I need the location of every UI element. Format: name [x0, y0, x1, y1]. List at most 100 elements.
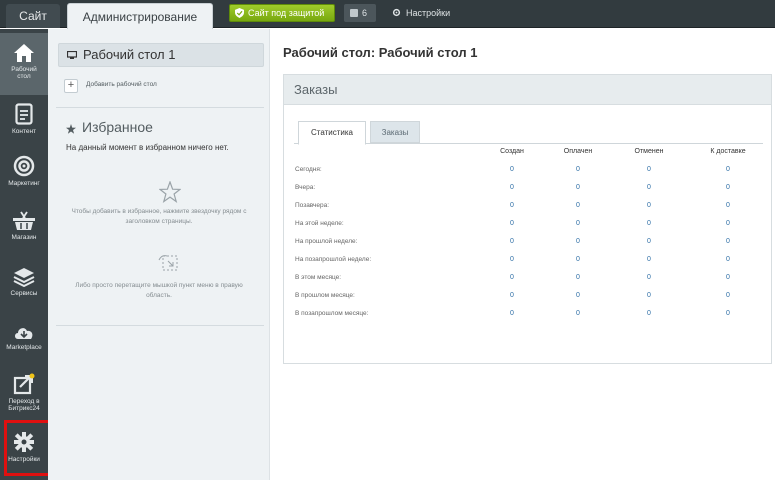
nav-label: Переход в: [8, 398, 40, 405]
star-outline-icon: [159, 181, 181, 203]
nav-item-shop[interactable]: Магазин: [0, 207, 48, 269]
cell-value[interactable]: 0: [477, 202, 547, 209]
cloud-icon: [15, 328, 33, 339]
nav-item-services[interactable]: Сервисы: [0, 263, 48, 325]
cell-value[interactable]: 0: [614, 220, 684, 227]
cell-value[interactable]: 0: [477, 238, 547, 245]
nav-label: Маркетинг: [8, 180, 40, 187]
page-title: Рабочий стол: Рабочий стол 1: [283, 45, 478, 60]
cell-value[interactable]: 0: [543, 202, 613, 209]
cell-value[interactable]: 0: [543, 256, 613, 263]
favorites-empty-text: На данный момент в избранном ничего нет.: [66, 143, 229, 152]
cell-value[interactable]: 0: [477, 274, 547, 281]
target-icon: [13, 155, 35, 177]
site-protected-button[interactable]: Сайт под защитой: [229, 4, 335, 22]
cell-value[interactable]: 0: [693, 184, 763, 191]
cell-value[interactable]: 0: [614, 310, 684, 317]
row-label: Вчера:: [295, 184, 316, 191]
desktop-title-bar[interactable]: Рабочий стол 1: [58, 43, 264, 67]
cell-value[interactable]: 0: [543, 166, 613, 173]
left-nav: Рабочий стол Контент Маркетинг Магазин С…: [0, 29, 48, 480]
notification-icon: [350, 9, 358, 17]
table-row: Вчера: 0 0 0 0: [294, 182, 763, 200]
cell-value[interactable]: 0: [614, 184, 684, 191]
nav-label: Контент: [11, 128, 37, 135]
row-label: В прошлом месяце:: [295, 292, 355, 299]
cell-value[interactable]: 0: [614, 166, 684, 173]
cell-value[interactable]: 0: [477, 256, 547, 263]
widget-title: Заказы: [284, 75, 771, 105]
cell-value[interactable]: 0: [477, 166, 547, 173]
cell-value[interactable]: 0: [477, 184, 547, 191]
gear-icon: [392, 8, 401, 17]
row-label: На этой неделе:: [295, 220, 344, 227]
cell-value[interactable]: 0: [543, 274, 613, 281]
favorites-star-hint: Чтобы добавить в избранное, нажмите звез…: [71, 208, 247, 225]
star-icon: [66, 124, 76, 134]
cell-value[interactable]: 0: [693, 238, 763, 245]
tab-site[interactable]: Сайт: [6, 4, 60, 28]
cell-value[interactable]: 0: [543, 184, 613, 191]
cell-value[interactable]: 0: [477, 292, 547, 299]
settings-label: Настройки: [406, 8, 451, 18]
tab-statistics[interactable]: Статистика: [298, 121, 366, 145]
widget-tabs: Статистика Заказы: [294, 121, 763, 145]
cell-value[interactable]: 0: [614, 292, 684, 299]
top-bar: Сайт Администрирование Сайт под защитой …: [0, 0, 775, 29]
orders-widget: Заказы Статистика Заказы Создан Оплачен …: [283, 74, 772, 364]
cell-value[interactable]: 0: [477, 220, 547, 227]
nav-item-marketing[interactable]: Маркетинг: [0, 149, 48, 211]
cell-value[interactable]: 0: [693, 202, 763, 209]
basket-icon: [13, 211, 35, 230]
column-header: Создан: [500, 148, 524, 155]
cell-value[interactable]: 0: [543, 292, 613, 299]
column-header: К доставке: [710, 148, 746, 155]
cell-value[interactable]: 0: [614, 202, 684, 209]
favorites-title: Избранное: [82, 119, 153, 135]
cell-value[interactable]: 0: [614, 274, 684, 281]
nav-item-content[interactable]: Контент: [0, 95, 48, 157]
add-desktop-button[interactable]: +: [64, 79, 78, 93]
nav-label: Магазин: [11, 234, 37, 241]
table-row: На позапрошлой неделе: 0 0 0 0: [294, 254, 763, 272]
notifications-count: 6: [362, 8, 368, 18]
cell-value[interactable]: 0: [543, 220, 613, 227]
cell-value[interactable]: 0: [543, 310, 613, 317]
export-icon: [13, 373, 35, 395]
tab-administration[interactable]: Администрирование: [67, 3, 213, 29]
cell-value[interactable]: 0: [477, 310, 547, 317]
cell-value[interactable]: 0: [693, 292, 763, 299]
divider: [56, 107, 264, 108]
row-label: В этом месяце:: [295, 274, 342, 281]
cell-value[interactable]: 0: [693, 310, 763, 317]
table-row: В позапрошлом месяце: 0 0 0 0: [294, 308, 763, 326]
document-icon: [15, 103, 33, 125]
table-row: В этом месяце: 0 0 0 0: [294, 272, 763, 290]
nav-item-desktop[interactable]: Рабочий стол: [0, 33, 48, 95]
nav-label: Рабочий: [11, 66, 37, 73]
cell-value[interactable]: 0: [614, 256, 684, 263]
divider: [56, 325, 264, 326]
cell-value[interactable]: 0: [693, 274, 763, 281]
monitor-icon: [67, 51, 77, 59]
table-row: В прошлом месяце: 0 0 0 0: [294, 290, 763, 308]
cell-value[interactable]: 0: [693, 220, 763, 227]
desktop-panel: Рабочий стол 1 + Добавить рабочий стол И…: [48, 29, 270, 480]
cell-value[interactable]: 0: [543, 238, 613, 245]
home-icon: [14, 44, 34, 62]
column-header: Оплачен: [563, 148, 593, 155]
nav-label: Marketplace: [6, 344, 42, 351]
settings-link[interactable]: Настройки: [392, 4, 450, 22]
cell-value[interactable]: 0: [693, 256, 763, 263]
row-label: На прошлой неделе:: [295, 238, 358, 245]
add-desktop-link[interactable]: Добавить рабочий стол: [86, 81, 157, 88]
shield-icon: [235, 8, 244, 18]
tab-orders[interactable]: Заказы: [370, 121, 420, 143]
table-row: Сегодня: 0 0 0 0: [294, 164, 763, 182]
table-row: Позавчера: 0 0 0 0: [294, 200, 763, 218]
row-label: Сегодня:: [295, 166, 322, 173]
notifications-button[interactable]: 6: [344, 4, 376, 22]
nav-label: стол: [17, 73, 31, 80]
cell-value[interactable]: 0: [693, 166, 763, 173]
cell-value[interactable]: 0: [614, 238, 684, 245]
